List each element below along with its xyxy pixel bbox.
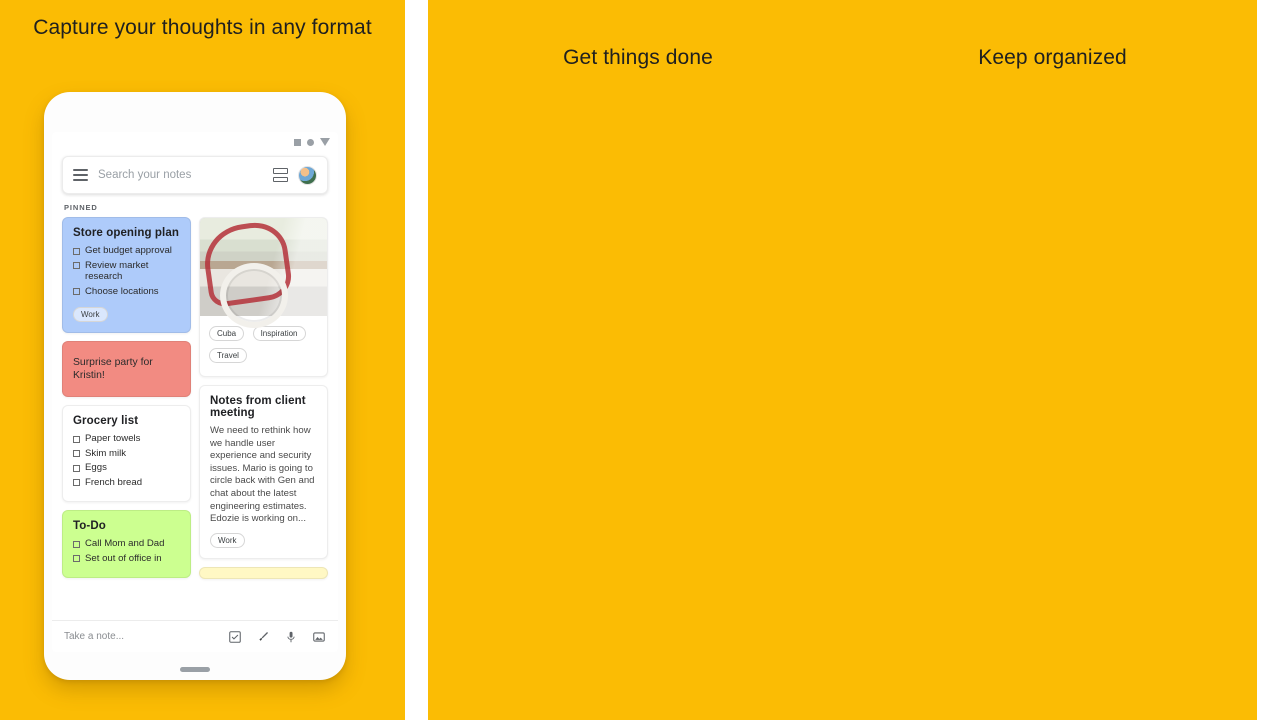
note-body: We need to rethink how we handle user ex…: [210, 425, 315, 525]
note-store-opening-plan[interactable]: Store opening plan Get budget approval R…: [62, 217, 191, 333]
notes-masonry: Store opening plan Get budget approval R…: [52, 217, 338, 579]
note-checklist-item[interactable]: Call Mom and Dad: [73, 538, 180, 550]
note-partial-yellow[interactable]: [199, 566, 328, 579]
note-checklist-item[interactable]: Review market research: [73, 260, 180, 283]
checkbox-icon[interactable]: [73, 464, 80, 472]
checklist-icon[interactable]: [228, 630, 242, 644]
note-client-meeting[interactable]: Notes from client meeting We need to ret…: [199, 385, 328, 559]
checkbox-icon[interactable]: [73, 479, 80, 486]
panel-capture-thoughts: Capture your thoughts in any format Sear…: [0, 0, 405, 720]
checkbox-icon[interactable]: [73, 540, 80, 548]
status-triangle-icon: [320, 138, 330, 146]
checklist-label: Skim milk: [85, 447, 127, 459]
search-input[interactable]: Search your notes: [98, 169, 263, 181]
pinned-section-label: PINNED: [64, 203, 98, 212]
note-checklist-item[interactable]: Get budget approval: [73, 245, 180, 257]
profile-avatar[interactable]: [298, 165, 317, 185]
note-checklist-item[interactable]: Choose locations: [73, 286, 180, 298]
notes-column-right: Cuba Inspiration Travel Notes from clien…: [199, 217, 328, 579]
checklist-label: Review market research: [85, 259, 149, 283]
panel-get-things-done: Get things done: [428, 0, 848, 720]
note-title: Grocery list: [73, 415, 139, 427]
note-checklist-item[interactable]: French bread: [73, 477, 180, 489]
checklist-label: Set out of office in: [85, 552, 162, 564]
note-checklist-item[interactable]: Paper towels: [73, 433, 180, 445]
status-square-icon: [294, 138, 301, 146]
take-a-note-input[interactable]: Take a note...: [64, 631, 214, 642]
panel-title-3: Keep organized: [978, 46, 1127, 69]
panel-title-2: Get things done: [563, 46, 713, 69]
checkbox-icon[interactable]: [73, 262, 80, 269]
note-checklist-item[interactable]: Skim milk: [73, 448, 180, 460]
panel-keep-organized: Keep organized Search your notes TYPES M…: [848, 0, 1257, 720]
note-label-chip[interactable]: Cuba: [209, 326, 245, 341]
note-label-chip[interactable]: Work: [210, 532, 245, 548]
note-to-do[interactable]: To-Do Call Mom and Dad Set out of office…: [62, 510, 191, 578]
note-text: Surprise party for Kristin!: [73, 357, 153, 381]
app-store-screenshot-gallery: Capture your thoughts in any format Sear…: [0, 0, 1280, 720]
checkbox-icon[interactable]: [73, 247, 80, 255]
phone-screen-1: Search your notes PINNED Store opening p…: [52, 132, 338, 652]
notes-column-left: Store opening plan Get budget approval R…: [62, 217, 191, 578]
checklist-label: Get budget approval: [85, 245, 172, 256]
list-view-icon[interactable]: [273, 168, 288, 182]
status-circle-icon: [307, 138, 314, 146]
note-title: Notes from client meeting: [210, 395, 306, 419]
checklist-label: Choose locations: [85, 285, 159, 297]
image-icon[interactable]: [312, 630, 326, 644]
checkbox-icon[interactable]: [73, 288, 80, 295]
microphone-icon[interactable]: [284, 630, 298, 644]
checklist-label: Eggs: [85, 462, 107, 473]
home-indicator: [180, 667, 210, 672]
panel-title-1: Capture your thoughts in any format: [33, 16, 372, 39]
checkbox-icon[interactable]: [73, 435, 80, 443]
checklist-label: Paper towels: [85, 433, 141, 444]
note-checklist-item[interactable]: Eggs: [73, 462, 180, 474]
checklist-label: Call Mom and Dad: [85, 538, 165, 549]
note-label-chip[interactable]: Inspiration: [252, 326, 306, 341]
note-surprise-party[interactable]: Surprise party for Kristin!: [62, 341, 191, 397]
note-label-chip[interactable]: Work: [73, 307, 108, 322]
checkbox-icon[interactable]: [73, 450, 80, 457]
checklist-label: French bread: [85, 476, 143, 488]
note-photo-card[interactable]: Cuba Inspiration Travel: [199, 217, 328, 377]
search-bar[interactable]: Search your notes: [62, 156, 328, 194]
note-grocery-list[interactable]: Grocery list Paper towels Skim milk Eggs…: [62, 405, 191, 502]
compose-bar[interactable]: Take a note...: [52, 620, 338, 652]
status-bar-1: [52, 132, 338, 152]
hamburger-menu-icon[interactable]: [73, 169, 88, 181]
note-title: Store opening plan: [73, 227, 179, 239]
panel-gap-1: [405, 0, 428, 720]
note-title: To-Do: [73, 520, 106, 532]
vintage-car-interior-photo: [200, 218, 327, 328]
brush-icon[interactable]: [256, 630, 270, 644]
note-label-chip[interactable]: Travel: [209, 348, 247, 363]
checkbox-icon[interactable]: [73, 555, 80, 562]
phone-frame-1: Search your notes PINNED Store opening p…: [44, 92, 346, 680]
note-checklist-item[interactable]: Set out of office in: [73, 553, 180, 565]
